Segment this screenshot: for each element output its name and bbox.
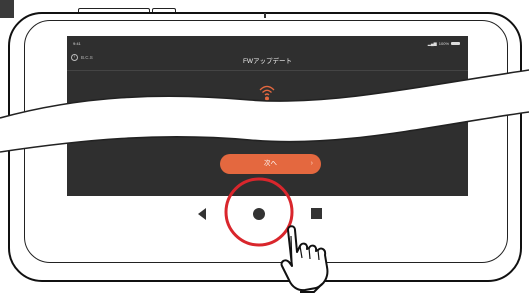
instruction-text: このタブレットの端末で認証を行いお進みください [181, 116, 354, 123]
navigation-bar [67, 196, 468, 232]
illustration-stage: 9:41 ▂▄▆ 100% ‹ B.C.S FWアップデート このタブレットの端… [0, 0, 529, 297]
status-bar: 9:41 ▂▄▆ 100% [67, 36, 468, 50]
page-title: FWアップデート [242, 58, 293, 65]
status-indicators: ▂▄▆ 100% [428, 41, 460, 46]
camera [264, 13, 266, 18]
tablet-screen: 9:41 ▂▄▆ 100% ‹ B.C.S FWアップデート このタブレットの端… [67, 36, 468, 232]
corner-tab [0, 0, 14, 18]
status-time: 9:41 [73, 41, 81, 46]
wifi-icon [259, 85, 275, 101]
next-button[interactable]: 次へ › [220, 154, 321, 174]
triangle-back-icon[interactable] [198, 208, 206, 220]
square-recents-icon[interactable] [311, 208, 322, 219]
next-button-label: 次へ [264, 160, 277, 167]
app-header: ‹ B.C.S FWアップデート [67, 50, 468, 71]
battery-label: 100% [438, 41, 449, 46]
battery-icon [451, 42, 460, 45]
pointing-hand-icon [280, 225, 329, 293]
chevron-right-icon: › [310, 160, 313, 167]
circle-home-icon[interactable] [253, 208, 265, 220]
signal-icon: ▂▄▆ [427, 41, 437, 46]
